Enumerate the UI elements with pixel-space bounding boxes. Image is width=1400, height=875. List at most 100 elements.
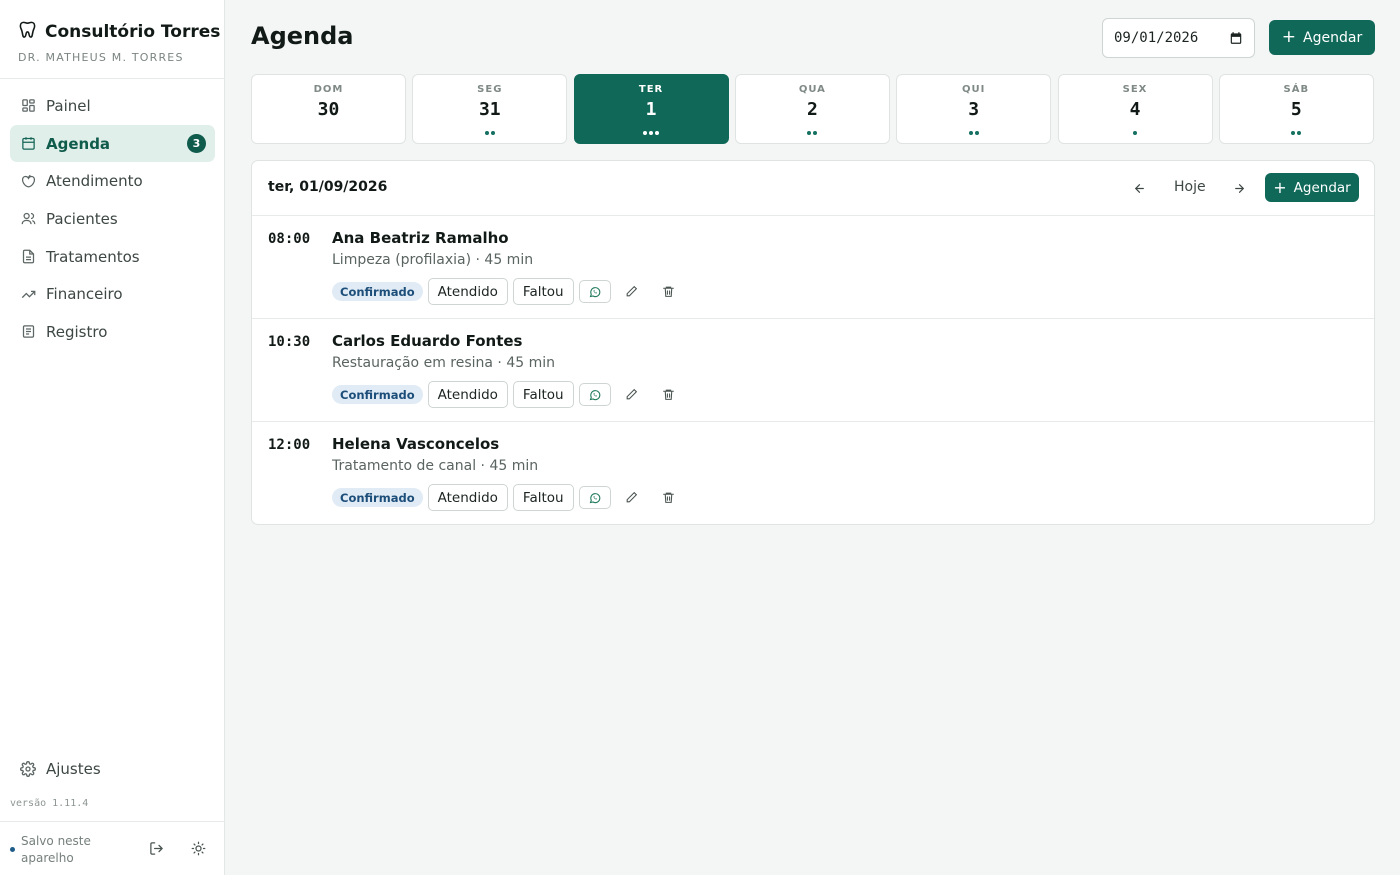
appointment-time: 12:00 bbox=[268, 437, 311, 453]
sidebar-item-label: Atendimento bbox=[46, 172, 143, 191]
edit-button[interactable] bbox=[621, 384, 643, 406]
trash-icon bbox=[662, 285, 675, 298]
sidebar-item-registro[interactable]: Registro bbox=[10, 313, 215, 351]
brand-subtitle: DR. MATHEUS M. TORRES bbox=[18, 51, 184, 64]
day-card[interactable]: SEG 31 bbox=[412, 74, 568, 144]
appointment-dots bbox=[1059, 131, 1212, 135]
appointment-dot bbox=[968, 131, 973, 135]
appointment-dot bbox=[643, 131, 648, 135]
sidebar-item-atendimento[interactable]: Atendimento bbox=[10, 162, 215, 200]
delete-button[interactable] bbox=[658, 384, 680, 406]
day-card-selected[interactable]: TER 1 bbox=[573, 74, 729, 144]
patient-name[interactable]: Carlos Eduardo Fontes bbox=[332, 332, 522, 350]
status-badge: Confirmado bbox=[332, 385, 423, 404]
sidebar-item-label: Painel bbox=[46, 96, 91, 115]
today-button[interactable]: Hoje bbox=[1174, 179, 1206, 195]
whatsapp-icon bbox=[589, 492, 601, 504]
status-badge: Confirmado bbox=[332, 282, 423, 301]
patient-name[interactable]: Helena Vasconcelos bbox=[332, 435, 499, 453]
mark-missed-button[interactable]: Faltou bbox=[512, 381, 574, 408]
trending-up-icon bbox=[20, 286, 36, 302]
save-status-text: Salvo neste aparelho bbox=[21, 834, 91, 865]
schedule-button[interactable]: + Agendar bbox=[1269, 20, 1375, 55]
appointment-dot bbox=[1133, 131, 1137, 135]
day-of-week: SÁB bbox=[1283, 84, 1310, 95]
sidebar-item-agenda[interactable]: Agenda 3 bbox=[10, 124, 215, 163]
appointment-dots bbox=[736, 131, 889, 135]
appointment-time: 10:30 bbox=[268, 334, 311, 350]
brand: Consultório Torres DR. MATHEUS M. TORRES bbox=[18, 20, 221, 65]
day-number: 3 bbox=[968, 99, 980, 120]
status-badge: Confirmado bbox=[332, 488, 423, 507]
tooth-icon bbox=[20, 173, 36, 189]
calendar-icon[interactable] bbox=[1229, 31, 1243, 49]
day-card[interactable]: DOM 30 bbox=[251, 74, 406, 144]
sidebar-item-financeiro[interactable]: Financeiro bbox=[10, 275, 215, 313]
theme-toggle-button[interactable] bbox=[186, 836, 210, 860]
sidebar-footer: Salvo neste aparelho bbox=[0, 821, 225, 875]
arrow-left-icon bbox=[1133, 182, 1146, 195]
app-version: versão 1.11.4 bbox=[10, 798, 89, 809]
mark-missed-button[interactable]: Faltou bbox=[512, 484, 574, 511]
appointment-dot bbox=[1297, 131, 1302, 135]
appointment-dot bbox=[807, 131, 812, 135]
sidebar-divider bbox=[0, 78, 225, 79]
sidebar-item-label: Pacientes bbox=[46, 209, 118, 228]
logout-button[interactable] bbox=[144, 836, 168, 860]
sidebar-item-ajustes[interactable]: Ajustes bbox=[10, 750, 215, 788]
plus-icon: + bbox=[1281, 27, 1297, 47]
settings-section: Ajustes bbox=[10, 750, 215, 788]
edit-button[interactable] bbox=[621, 281, 643, 303]
appointment-detail: Limpeza (profilaxia) · 45 min bbox=[332, 252, 534, 268]
log-icon bbox=[20, 324, 36, 340]
patient-name[interactable]: Ana Beatriz Ramalho bbox=[332, 229, 509, 247]
mark-attended-button[interactable]: Atendido bbox=[427, 381, 508, 408]
day-of-week: QUI bbox=[962, 84, 986, 95]
schedule-button-label: Agendar bbox=[1303, 29, 1363, 46]
sidebar-item-pacientes[interactable]: Pacientes bbox=[10, 200, 215, 238]
delete-button[interactable] bbox=[658, 487, 680, 509]
appointment-dots bbox=[897, 131, 1050, 135]
sun-icon bbox=[191, 841, 206, 856]
appointment-row: 08:00 Ana Beatriz Ramalho Limpeza (profi… bbox=[252, 216, 1374, 319]
appointment-dot bbox=[1291, 131, 1296, 135]
sidebar-item-painel[interactable]: Painel bbox=[10, 87, 215, 125]
delete-button[interactable] bbox=[658, 281, 680, 303]
pencil-icon bbox=[625, 388, 638, 401]
calendar-icon bbox=[20, 136, 36, 152]
panel-schedule-button[interactable]: + Agendar bbox=[1265, 173, 1359, 202]
appointment-dot bbox=[649, 131, 654, 135]
appointment-time: 08:00 bbox=[268, 231, 311, 247]
whatsapp-button[interactable] bbox=[578, 486, 611, 509]
sidebar-item-label: Tratamentos bbox=[46, 247, 140, 266]
appointment-dot bbox=[655, 131, 660, 135]
pencil-icon bbox=[625, 491, 638, 504]
appointment-actions: Confirmado Atendido Faltou bbox=[332, 278, 680, 305]
arrow-right-icon bbox=[1233, 182, 1246, 195]
next-day-button[interactable] bbox=[1228, 177, 1250, 199]
brand-title: Consultório Torres bbox=[45, 21, 221, 42]
day-card[interactable]: SÁB 5 bbox=[1218, 74, 1374, 144]
appointment-dot bbox=[484, 131, 489, 135]
mark-missed-button[interactable]: Faltou bbox=[512, 278, 574, 305]
mark-attended-button[interactable]: Atendido bbox=[427, 278, 508, 305]
sidebar-item-tratamentos[interactable]: Tratamentos bbox=[10, 238, 215, 276]
appointment-actions: Confirmado Atendido Faltou bbox=[332, 381, 680, 408]
day-card[interactable]: QUI 3 bbox=[896, 74, 1052, 144]
whatsapp-button[interactable] bbox=[578, 280, 611, 303]
date-picker-input[interactable]: 09/01/2026 bbox=[1102, 18, 1255, 58]
day-of-week: SEX bbox=[1122, 84, 1148, 95]
previous-day-button[interactable] bbox=[1128, 177, 1150, 199]
day-card[interactable]: QUA 2 bbox=[734, 74, 890, 144]
whatsapp-button[interactable] bbox=[578, 383, 611, 406]
appointment-row: 12:00 Helena Vasconcelos Tratamento de c… bbox=[252, 422, 1374, 525]
edit-button[interactable] bbox=[621, 487, 643, 509]
day-number: 4 bbox=[1129, 99, 1141, 120]
mark-attended-button[interactable]: Atendido bbox=[427, 484, 508, 511]
panel-header: ter, 01/09/2026 Hoje + Agendar bbox=[252, 161, 1374, 216]
pencil-icon bbox=[625, 285, 638, 298]
grid-icon bbox=[20, 98, 36, 114]
day-card[interactable]: SEX 4 bbox=[1057, 74, 1213, 144]
logout-icon bbox=[149, 841, 164, 856]
day-number: 1 bbox=[645, 99, 657, 120]
